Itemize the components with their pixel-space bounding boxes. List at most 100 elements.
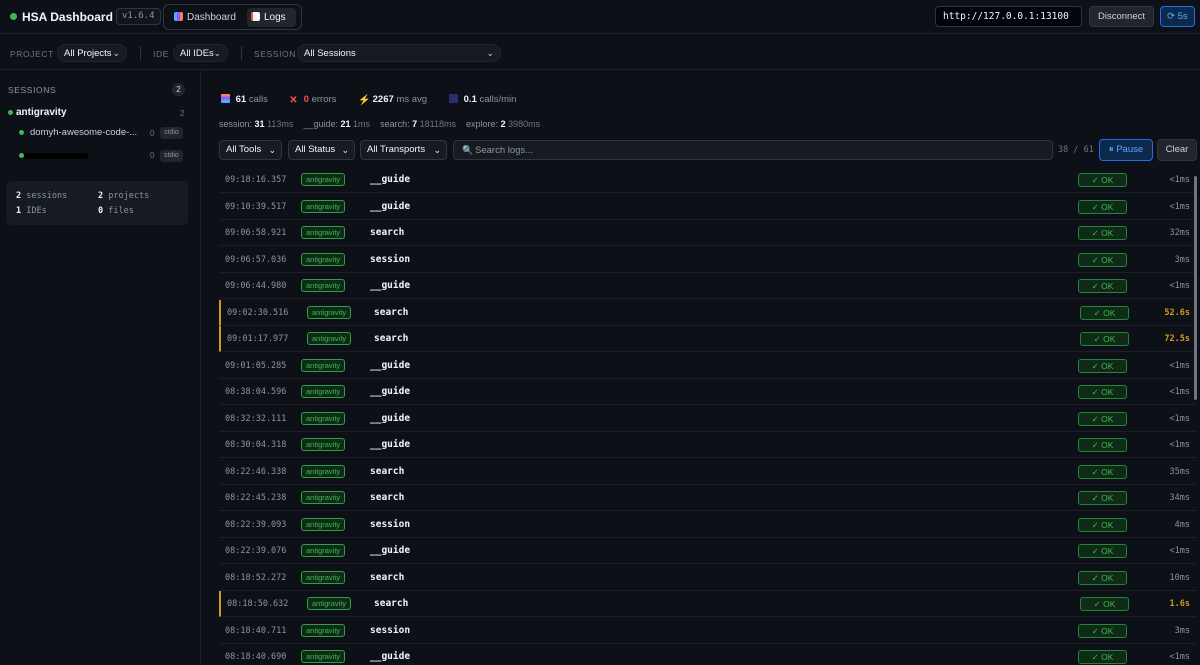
redacted-session-name[interactable] xyxy=(24,153,88,159)
breakdown-time: 18118ms xyxy=(419,119,456,129)
tab-dashboard[interactable]: Dashboard xyxy=(170,8,244,27)
log-tool: session xyxy=(370,518,411,530)
server-url-input[interactable]: http://127.0.0.1:13100 xyxy=(935,6,1082,27)
log-row[interactable]: 08:30:04.318 antigravity __guide ✓ OK <1ms xyxy=(219,432,1197,458)
session-filter-label: SESSION xyxy=(254,49,296,59)
log-row[interactable]: 08:38:04.596 antigravity __guide ✓ OK <1ms xyxy=(219,379,1197,405)
ide-tag: antigravity xyxy=(301,570,346,584)
breakdown-item: search: 7 18118ms xyxy=(380,119,456,129)
project-select[interactable]: All Projects ⌄ xyxy=(57,44,127,62)
log-row[interactable]: 09:06:44.980 antigravity __guide ✓ OK <1ms xyxy=(219,273,1197,299)
log-duration: <1ms xyxy=(1169,175,1190,185)
log-duration: <1ms xyxy=(1169,201,1190,212)
log-duration: <1ms xyxy=(1169,652,1190,662)
stat-sessions: 2 sessions xyxy=(16,191,67,201)
ide-select[interactable]: All IDEs ⌄ xyxy=(173,44,228,62)
tool-breakdown: session: 31 113ms __guide: 21 1ms search… xyxy=(219,119,540,129)
log-row[interactable]: 09:06:58.921 antigravity search ✓ OK 32ms xyxy=(219,220,1197,246)
log-time: 08:18:40.711 xyxy=(225,625,287,636)
ide-tag: antigravity xyxy=(301,385,346,398)
kpi-errors: ✕ 0 errors xyxy=(289,94,337,106)
log-row[interactable]: 08:22:39.076 antigravity __guide ✓ OK <1ms xyxy=(219,538,1197,564)
breakdown-name: search: xyxy=(380,119,410,129)
log-tool: search xyxy=(370,492,405,503)
log-row[interactable]: 09:02:30.516 antigravity search ✓ OK 52.6s xyxy=(219,299,1197,326)
breakdown-name: explore: xyxy=(466,119,499,129)
scrollbar[interactable] xyxy=(1194,176,1197,400)
search-input[interactable]: 🔍 Search logs... xyxy=(453,140,1053,160)
refresh-interval-button[interactable]: ⟳ 5s xyxy=(1160,6,1195,27)
log-duration: 32ms xyxy=(1169,228,1190,238)
transport-filter-value: All Transports xyxy=(367,144,426,155)
stat-files-label: files xyxy=(108,206,134,216)
log-row[interactable]: 09:10:39.517 antigravity __guide ✓ OK <1ms xyxy=(219,194,1197,220)
log-time: 08:18:50.632 xyxy=(227,599,289,609)
session-select[interactable]: All Sessions ⌄ xyxy=(297,44,501,62)
log-row[interactable]: 09:06:57.036 antigravity session ✓ OK 3ms xyxy=(219,247,1197,273)
stat-sessions-label: sessions xyxy=(26,191,68,201)
log-tool: search xyxy=(374,598,409,609)
log-row[interactable]: 09:01:17.977 antigravity search ✓ OK 72.5s xyxy=(219,326,1197,352)
log-row[interactable]: 08:18:52.272 antigravity search ✓ OK 10ms xyxy=(219,565,1197,591)
kpi-rate: 0.1 calls/min xyxy=(449,94,516,105)
log-row[interactable]: 09:18:16.357 antigravity __guide ✓ OK <1ms xyxy=(219,167,1197,193)
log-duration: 10ms xyxy=(1169,572,1190,583)
tab-logs[interactable]: Logs xyxy=(247,8,296,27)
log-tool: search xyxy=(370,227,405,238)
ide-tag: antigravity xyxy=(301,650,346,663)
log-time: 09:01:17.977 xyxy=(227,334,289,344)
log-tool: __guide xyxy=(370,386,411,397)
log-time: 09:18:16.357 xyxy=(225,175,287,185)
status-badge: ✓ OK xyxy=(1080,597,1129,611)
clear-button[interactable]: Clear xyxy=(1157,139,1197,161)
log-duration: <1ms xyxy=(1169,281,1190,291)
log-row[interactable]: 08:18:50.632 antigravity search ✓ OK 1.6s xyxy=(219,591,1197,617)
kpi-errors-label: errors xyxy=(311,94,337,105)
status-badge: ✓ OK xyxy=(1078,517,1127,532)
session-call-count: 0 xyxy=(150,129,155,138)
project-select-value: All Projects xyxy=(64,48,112,59)
sessions-heading: SESSIONS xyxy=(8,85,57,95)
ide-tag: antigravity xyxy=(301,623,346,637)
log-row[interactable]: 08:32:32.111 antigravity __guide ✓ OK <1ms xyxy=(219,406,1197,432)
ide-tag: antigravity xyxy=(301,438,346,451)
status-badge: ✓ OK xyxy=(1078,623,1127,638)
status-filter-select[interactable]: All Status ⌄ xyxy=(288,140,355,160)
logs-main: 61 calls ✕ 0 errors ⚡ 2267 ms avg 0.1 ca… xyxy=(202,71,1200,665)
ide-filter-label: IDE xyxy=(153,49,169,59)
log-row[interactable]: 08:18:40.711 antigravity session ✓ OK 3ms xyxy=(219,618,1197,644)
search-placeholder: Search logs... xyxy=(475,145,534,156)
kpi-avg-label: ms avg xyxy=(396,94,428,105)
tab-dashboard-label: Dashboard xyxy=(187,12,236,23)
kpi-avg: ⚡ 2267 ms avg xyxy=(358,94,428,106)
breakdown-item: __guide: 21 1ms xyxy=(303,119,370,129)
kpi-calls-num: 61 xyxy=(235,94,247,105)
log-row[interactable]: 09:01:05.285 antigravity __guide ✓ OK <1ms xyxy=(219,353,1197,379)
sidebar-stats: 2 sessions 2 projects 1 IDEs 0 files xyxy=(6,181,188,225)
line-chart-icon xyxy=(449,94,458,103)
ide-tag: antigravity xyxy=(307,597,352,610)
disconnect-button[interactable]: Disconnect xyxy=(1089,6,1154,27)
kpi-rate-num: 0.1 xyxy=(463,94,477,105)
session-item[interactable]: domyh-awesome-code-... xyxy=(30,127,137,138)
project-filter-label: PROJECT xyxy=(10,49,54,59)
log-tool: search xyxy=(374,306,409,318)
stat-files-num: 0 xyxy=(98,206,104,216)
log-time: 08:30:04.318 xyxy=(225,440,287,450)
stat-projects-label: projects xyxy=(108,191,150,201)
log-tool: session xyxy=(370,624,411,636)
log-row[interactable]: 08:22:39.093 antigravity session ✓ OK 4ms xyxy=(219,512,1197,538)
kpi-errors-num: 0 xyxy=(303,94,309,105)
log-row[interactable]: 08:22:46.338 antigravity search ✓ OK 35ms xyxy=(219,459,1197,485)
transport-badge: stdio xyxy=(160,150,183,162)
ide-tag: antigravity xyxy=(301,464,346,478)
log-duration: 3ms xyxy=(1174,625,1190,636)
tools-filter-value: All Tools xyxy=(226,144,262,155)
ide-group-antigravity[interactable]: antigravity xyxy=(16,107,67,118)
log-row[interactable]: 08:18:40.690 antigravity __guide ✓ OK <1ms xyxy=(219,644,1197,665)
transport-filter-select[interactable]: All Transports ⌄ xyxy=(360,140,447,160)
log-row[interactable]: 08:22:45.238 antigravity search ✓ OK 34ms xyxy=(219,485,1197,511)
pause-button[interactable]: ⏸ Pause xyxy=(1099,139,1153,161)
log-time: 09:10:39.517 xyxy=(225,201,287,212)
tools-filter-select[interactable]: All Tools ⌄ xyxy=(219,140,282,160)
